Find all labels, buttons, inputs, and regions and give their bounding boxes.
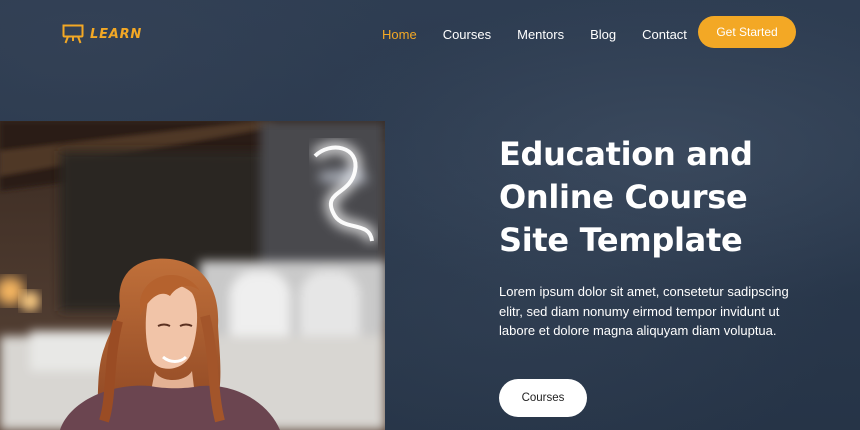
get-started-button[interactable]: Get Started <box>698 16 796 48</box>
hero-photo <box>0 121 385 430</box>
hero-description: Lorem ipsum dolor sit amet, consetetur s… <box>499 284 789 338</box>
nav-blog[interactable]: Blog <box>590 27 616 42</box>
top-navigation: LEARN Home Courses Mentors Blog Contact … <box>0 0 860 70</box>
nav-home[interactable]: Home <box>382 27 417 42</box>
main-menu: Home Courses Mentors Blog Contact <box>382 27 713 42</box>
nav-courses[interactable]: Courses <box>443 27 491 42</box>
hero-photo-illustration <box>0 121 385 430</box>
hero-title: Education and Online Course Site Templat… <box>499 133 819 262</box>
nav-contact[interactable]: Contact <box>642 27 687 42</box>
nav-mentors[interactable]: Mentors <box>517 27 564 42</box>
hero-title-line: Online Course <box>499 178 748 216</box>
presentation-board-icon <box>62 24 84 44</box>
courses-button[interactable]: Courses <box>499 379 587 417</box>
brand-logo[interactable]: LEARN <box>62 24 142 44</box>
brand-name: LEARN <box>90 26 143 42</box>
hero-title-line: Site Template <box>499 221 743 259</box>
hero-title-line: Education and <box>499 135 753 173</box>
